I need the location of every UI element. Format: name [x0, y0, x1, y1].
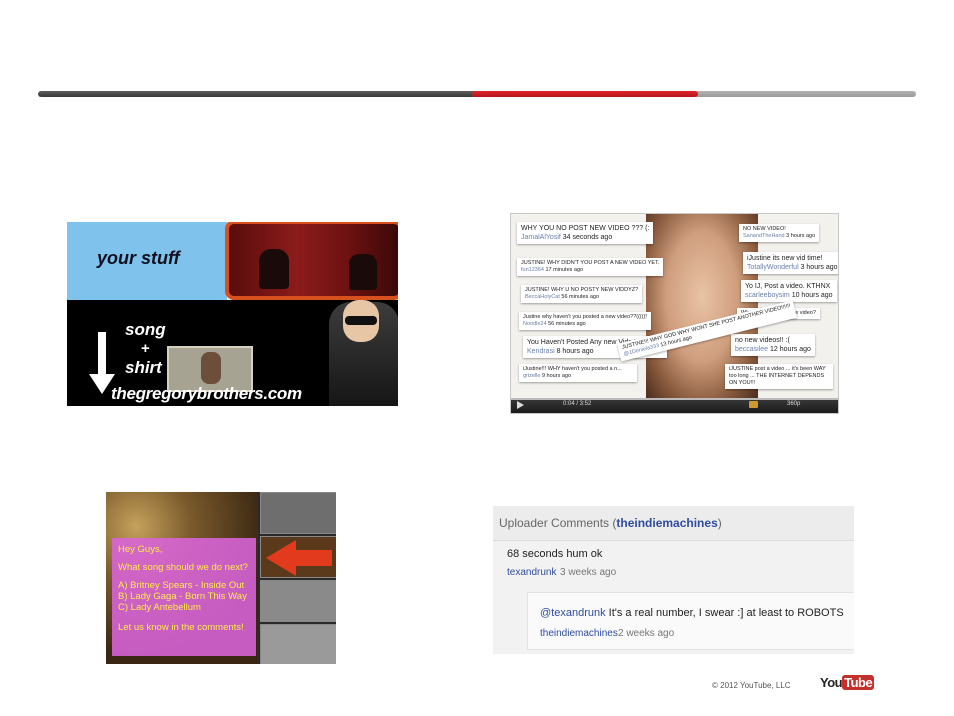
play-icon[interactable] — [517, 401, 524, 409]
comment-note: NO NEW VIDEO! SanandTheHand 3 hours ago — [739, 224, 820, 242]
side-thumbnail — [260, 624, 336, 664]
reply-text: @texandrunk It's a real number, I swear … — [540, 607, 844, 619]
down-arrow-icon — [98, 332, 106, 380]
quality-label[interactable]: 360p — [787, 401, 800, 407]
reply-comment: @texandrunk It's a real number, I swear … — [527, 592, 854, 650]
side-thumbnail — [260, 492, 336, 534]
highlighted-video-thumbnail — [225, 222, 398, 300]
captions-icon[interactable] — [749, 401, 758, 408]
red-arrow-icon — [292, 550, 332, 566]
comment-note: iJustine!!! WHY haven't you posted a n..… — [519, 364, 637, 382]
person-figure — [201, 352, 221, 384]
ijustine-video-screenshot: WHY YOU NO POST NEW VIDEO ??? (: JamalAl… — [510, 213, 839, 414]
dancer-figure — [349, 254, 377, 290]
red-arrow-head-icon — [266, 540, 296, 576]
uploader-comments-screenshot: Uploader Comments (theindiemachines) 68 … — [493, 506, 854, 654]
comment-note: WHY YOU NO POST NEW VIDEO ??? (: JamalAl… — [517, 222, 654, 244]
annotation-line: Hey Guys, — [118, 544, 163, 555]
annotation-line: C) Lady Antebellum — [118, 602, 201, 613]
plus-label: + — [141, 340, 150, 357]
mention-link[interactable]: @texandrunk — [540, 607, 606, 619]
comment-text: 68 seconds hum ok — [507, 548, 603, 560]
your-stuff-label: your stuff — [97, 248, 180, 268]
shirt-label: shirt — [125, 358, 162, 377]
comment-note: Justine why haven't you posted a new vid… — [519, 312, 651, 330]
copyright-text: © 2012 YouTube, LLC — [712, 681, 791, 690]
annotation-line: A) Britney Spears - Inside Out — [118, 580, 245, 591]
side-thumbnail — [260, 580, 336, 622]
video-player-controls: 0:04 / 3:52 360p — [511, 398, 838, 413]
comment-note: iJUSTINE post a video ... it's been WAY … — [725, 364, 833, 389]
comment-note: JUSTINE! WHY DIDN'T YOU POST A NEW VIDEO… — [517, 258, 664, 276]
comment-note: no new videos!! :( beccasilee 12 hours a… — [731, 334, 815, 356]
comment-note: Yo IJ, Post a video. KTHNX scarleeboysim… — [741, 280, 837, 302]
song-label: song — [125, 320, 166, 339]
comment-time: 3 weeks ago — [560, 567, 617, 578]
song-poll-screenshot: Hey Guys, What song should we do next? A… — [106, 492, 336, 664]
dancer-figure — [259, 249, 289, 289]
top-bar-dark-segment — [38, 91, 478, 97]
reply-time: 2 weeks ago — [618, 628, 675, 639]
comment-note: JUSTINE! WHY U NO POSTY NEW VIDDYZ? Becc… — [521, 285, 643, 303]
annotation-line: What song should we do next? — [118, 562, 248, 573]
annotation-line: B) Lady Gaga - Born This Way — [118, 591, 247, 602]
website-url: thegregorybrothers.com — [111, 384, 302, 403]
top-bar-grey-segment — [696, 91, 916, 97]
annotation-line: Let us know in the comments! — [118, 622, 244, 633]
comment-note: iJustine its new vid time! TotallyWonder… — [743, 252, 838, 274]
gregory-brothers-screenshot: your stuff song + shirt thegregorybrothe… — [67, 222, 398, 406]
youtube-logo: You Tube — [820, 675, 875, 690]
uploader-link[interactable]: theindiemachines — [616, 516, 717, 530]
video-time: 0:04 / 3:52 — [563, 401, 592, 407]
top-bar-red-segment — [472, 91, 698, 97]
comments-header-title: Uploader Comments (theindiemachines) — [499, 516, 722, 530]
sunglasses-icon — [345, 316, 377, 325]
reply-author-link[interactable]: theindiemachines — [540, 628, 618, 639]
video-progress-bar[interactable] — [511, 398, 838, 400]
comment-author-link[interactable]: texandrunk — [507, 567, 556, 578]
